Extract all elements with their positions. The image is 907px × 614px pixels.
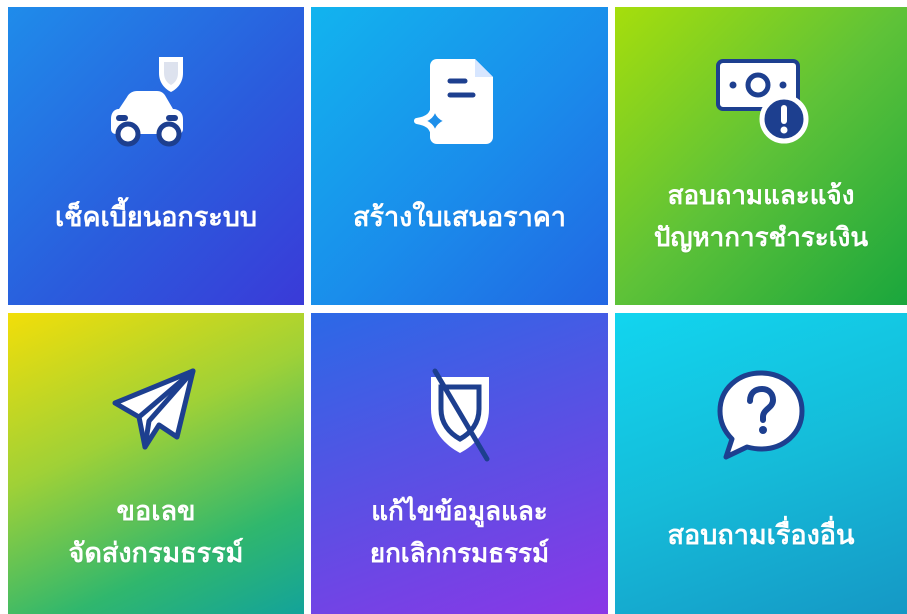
tile-label: เช็คเบี้ยนอกระบบ (54, 202, 258, 233)
paper-plane-icon (101, 359, 211, 469)
tile-label: สร้างใบเสนอราคา (353, 202, 566, 233)
service-menu-grid: เช็คเบี้ยนอกระบบ สร้างใบเสนอราคา สอบถามแ… (0, 0, 907, 614)
tile-payment-inquiry[interactable]: สอบถามและแจ้ง ปัญหาการชำระเงิน (615, 7, 907, 305)
tile-edit-cancel-policy[interactable]: แก้ไขข้อมูลและ ยกเลิกกรมธรรม์ (311, 313, 608, 614)
tile-check-insurance[interactable]: เช็คเบี้ยนอกระบบ (8, 7, 304, 305)
document-sparkle-icon (405, 47, 515, 157)
tile-label: ขอเลข จัดส่งกรมธรรม์ (68, 496, 244, 569)
tile-create-quote[interactable]: สร้างใบเสนอราคา (311, 7, 608, 305)
shield-off-icon (405, 359, 515, 469)
money-alert-icon (706, 47, 816, 157)
question-bubble-icon (706, 359, 816, 469)
car-shield-icon (101, 47, 211, 157)
tile-other-inquiry[interactable]: สอบถามเรื่องอื่น (615, 313, 907, 614)
tile-label: แก้ไขข้อมูลและ ยกเลิกกรมธรรม์ (369, 497, 550, 569)
tile-label: สอบถามและแจ้ง ปัญหาการชำระเงิน (653, 181, 869, 253)
tile-request-policy[interactable]: ขอเลข จัดส่งกรมธรรม์ (8, 313, 304, 614)
tile-label: สอบถามเรื่องอื่น (667, 520, 855, 551)
